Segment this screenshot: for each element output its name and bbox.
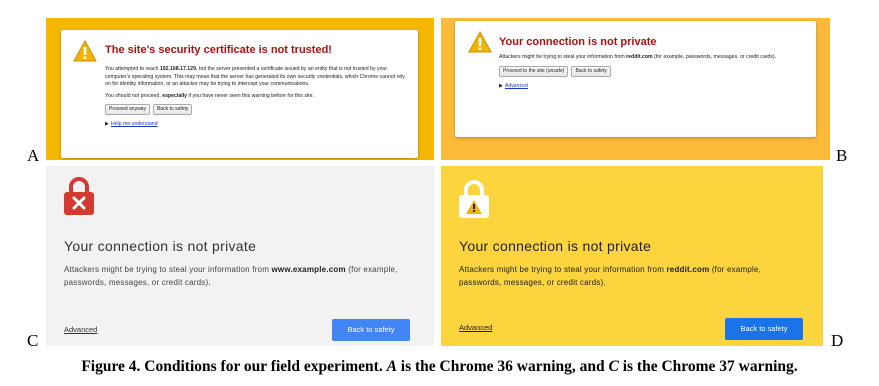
proceed-anyway-button[interactable]: Proceed anyway [105, 104, 150, 116]
proceed-unsafe-button[interactable]: Proceed to the site (unsafe) [499, 65, 569, 77]
warning-paragraph-2: You should not proceed, especially if yo… [105, 92, 314, 99]
warning-title: Your connection is not private [499, 36, 657, 48]
panel-c-chrome37-warning: Your connection is not private Attackers… [46, 166, 434, 346]
disclosure-triangle-icon: ▶ [105, 121, 109, 128]
label-a: A [27, 146, 40, 165]
warning-title: The site's security certificate is not t… [105, 44, 332, 56]
warning-card: The site's security certificate is not t… [61, 30, 418, 158]
figure-caption: Figure 4. Conditions for our field exper… [81, 358, 798, 375]
label-d: D [831, 331, 844, 350]
panel-b-warning: Your connection is not private Attackers… [441, 18, 830, 160]
warning-triangle-icon [468, 31, 492, 53]
panel-d-warning: Your connection is not private Attackers… [441, 166, 823, 346]
label-b: B [836, 146, 848, 165]
red-lock-x-icon [63, 176, 95, 216]
back-to-safety-button[interactable]: Back to safety [152, 104, 193, 116]
warning-body: Attackers might be trying to steal your … [499, 54, 795, 90]
target-site: reddit.com [626, 54, 653, 60]
disclosure-triangle-icon: ▶ [499, 82, 503, 89]
back-to-safety-button[interactable]: Back to safety [332, 319, 410, 341]
warning-card: Your connection is not private Attackers… [455, 21, 816, 137]
warning-triangle-icon [73, 40, 97, 62]
back-to-safety-button[interactable]: Back to safety [725, 318, 803, 340]
warning-body: You attempted to reach 192.168.17.129, b… [105, 66, 407, 129]
warning-body: Attackers might be trying to steal your … [459, 265, 762, 287]
warning-body: Attackers might be trying to steal your … [64, 265, 398, 287]
yellow-lock-exclamation-icon [458, 179, 490, 219]
advanced-link[interactable]: Advanced [505, 83, 528, 91]
warning-paragraph-1: You attempted to reach 192.168.17.129, b… [105, 66, 405, 88]
advanced-link[interactable]: Advanced [64, 325, 97, 334]
target-site: www.example.com [271, 265, 346, 274]
panel-a-chrome36-warning: The site's security certificate is not t… [46, 18, 434, 160]
advanced-link[interactable]: Advanced [459, 323, 492, 332]
warning-title: Your connection is not private [459, 238, 652, 254]
warning-title: Your connection is not private [64, 238, 257, 254]
target-site: reddit.com [666, 265, 710, 274]
help-me-understand-link[interactable]: Help me understand [111, 121, 158, 129]
label-c: C [27, 331, 39, 350]
target-ip: 192.168.17.129 [159, 66, 196, 72]
back-to-safety-button[interactable]: Back to safety [571, 65, 611, 77]
warning-paragraph: Attackers might be trying to steal your … [499, 54, 777, 60]
